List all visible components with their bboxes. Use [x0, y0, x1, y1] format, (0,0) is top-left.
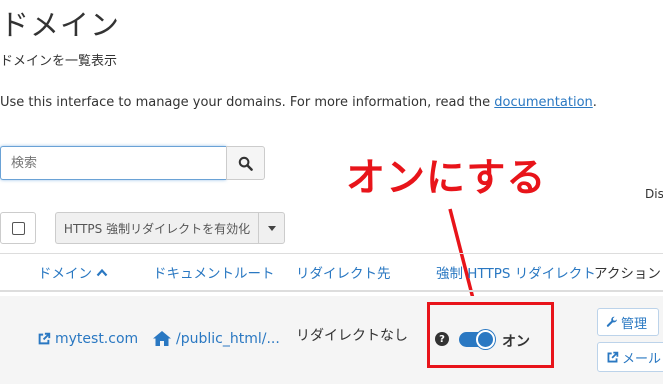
chevron-down-icon: [267, 225, 276, 231]
header-domain[interactable]: ドメイン: [38, 262, 108, 282]
bulk-https-dropdown-toggle[interactable]: [258, 212, 285, 244]
header-redirect[interactable]: リダイレクト先: [296, 262, 391, 282]
header-actions: アクション: [594, 266, 661, 282]
wrench-icon: [606, 316, 617, 327]
external-link-icon: [607, 351, 619, 362]
document-root-path: /public_html/...: [176, 330, 280, 347]
search-group: [0, 146, 265, 180]
documentation-link[interactable]: documentation: [494, 95, 592, 110]
page-subtitle: ドメインを一覧表示: [0, 54, 118, 69]
manage-button[interactable]: 管理: [597, 308, 659, 336]
table-divider: [0, 253, 663, 254]
header-domain-label: ドメイン: [38, 266, 92, 282]
header-document-root[interactable]: ドキュメントルート: [153, 262, 275, 282]
search-button[interactable]: [226, 146, 265, 180]
description-text: Use this interface to manage your domain…: [0, 95, 495, 110]
redirect-value: リダイレクトなし: [296, 328, 408, 344]
manage-label: 管理: [621, 316, 648, 332]
annotation-highlight-box: [427, 302, 554, 368]
page-description: Use this interface to manage your domain…: [0, 95, 597, 110]
table-header-divider: [0, 290, 663, 292]
bulk-https-button[interactable]: HTTPS 強制リダイレクトを有効化: [55, 212, 258, 244]
page-title: ドメイン: [0, 8, 121, 42]
table-header: ドメイン ドキュメントルート リダイレクト先 強制 HTTPS リダイレクト ア…: [0, 262, 663, 284]
checkbox-square: [11, 221, 25, 235]
home-icon: [153, 331, 171, 346]
display-label: Dis: [645, 187, 663, 201]
header-force-https[interactable]: 強制 HTTPS リダイレクト: [436, 262, 596, 282]
external-link-icon: [38, 332, 51, 345]
sort-asc-icon: [96, 268, 108, 276]
description-suffix: .: [592, 95, 597, 110]
select-all-checkbox[interactable]: [0, 212, 36, 244]
email-label: メール: [622, 351, 662, 367]
email-button[interactable]: メール: [597, 342, 663, 372]
annotation-text: オンにする: [346, 156, 547, 201]
search-input[interactable]: [0, 146, 226, 180]
search-icon: [238, 156, 253, 171]
domain-link[interactable]: mytest.com: [37, 331, 138, 347]
document-root-link[interactable]: /public_html/...: [152, 330, 280, 347]
domain-name: mytest.com: [55, 331, 139, 347]
